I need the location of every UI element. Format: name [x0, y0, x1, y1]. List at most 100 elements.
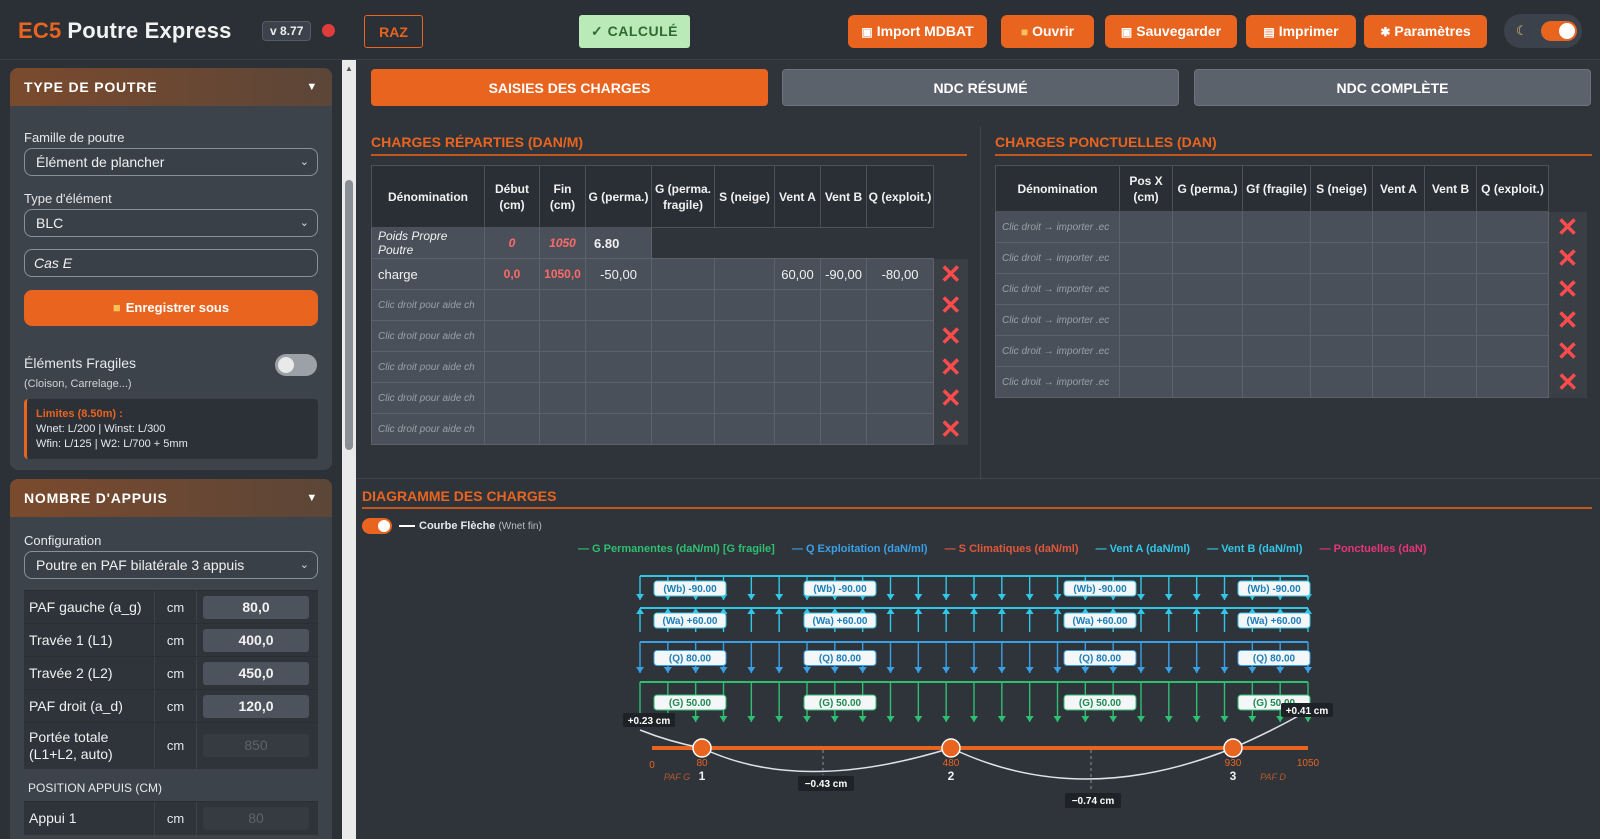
save-as-button[interactable]: ■ Enregistrer sous	[24, 290, 318, 326]
l1-input[interactable]: 400,0	[203, 629, 309, 652]
theme-toggle[interactable]: ☾	[1504, 14, 1582, 48]
delete-row-button[interactable]: ✕	[933, 351, 968, 383]
ponctuelles-table: Dénomination Pos X (cm) G (perma.) Gf (f…	[995, 165, 1587, 398]
scroll-up-icon[interactable]: ▲	[345, 64, 353, 73]
portee-label: Portée totale (L1+L2, auto)	[24, 723, 154, 769]
close-icon: ✕	[1556, 336, 1579, 366]
cas-input[interactable]: Cas E	[24, 249, 318, 277]
delete-row-button[interactable]: ✕	[1548, 366, 1587, 398]
delete-row-button[interactable]: ✕	[933, 258, 968, 290]
limits-line-1: Wnet: L/200 | Winst: L/300	[36, 423, 166, 435]
arrow-head-wb	[942, 594, 951, 600]
support-label-1: 1	[699, 769, 706, 783]
col-header: S (neige)	[714, 165, 775, 228]
col-header: Vent A	[774, 165, 821, 228]
legend-g: — G Permanentes (daN/ml) [G fragile]	[578, 543, 775, 555]
tab-saisies[interactable]: SAISIES DES CHARGES	[371, 69, 768, 106]
courbe-fleche-toggle[interactable]	[362, 518, 392, 534]
diagram-title: DIAGRAMME DES CHARGES	[362, 488, 557, 504]
close-icon: ✕	[939, 290, 962, 320]
row-placeholder[interactable]: Clic droit pour aide ch	[371, 382, 485, 414]
appuis-header[interactable]: NOMBRE D'APPUIS ▼	[10, 479, 332, 517]
type-poutre-panel: TYPE DE POUTRE ▼ Famille de poutre Élémen…	[10, 68, 332, 470]
table-row: Clic droit pour aide ch ✕	[371, 413, 968, 445]
save-button[interactable]: ▣ Sauvegarder	[1105, 15, 1237, 48]
delete-row-button[interactable]: ✕	[933, 320, 968, 352]
table-row: Poids Propre Poutre 0 1050 6.80	[371, 227, 968, 259]
charge-vent-a[interactable]: 60,00	[774, 258, 821, 290]
charge-name[interactable]: charge	[371, 258, 485, 290]
arrow-head-g	[886, 716, 895, 722]
dim-unit: cm	[154, 690, 196, 723]
tab-ndc-resume[interactable]: NDC RÉSUMÉ	[782, 69, 1179, 106]
delete-row-button[interactable]: ✕	[1548, 273, 1587, 305]
arrow-head-g	[1220, 716, 1229, 722]
open-button[interactable]: ■ Ouvrir	[1001, 15, 1094, 48]
toggle-knob	[378, 520, 390, 532]
close-icon: ✕	[1556, 274, 1579, 304]
arrow-head-g	[942, 716, 951, 722]
dim-unit: cm	[154, 591, 196, 624]
close-icon: ✕	[1556, 212, 1579, 242]
arrow-head-wb	[970, 594, 978, 600]
settings-button[interactable]: ✱ Paramètres	[1364, 15, 1487, 48]
sidebar: TYPE DE POUTRE ▼ Famille de poutre Élémen…	[0, 60, 350, 839]
tick-80: 80	[696, 758, 708, 769]
raz-button[interactable]: RAZ	[364, 15, 423, 48]
row-placeholder[interactable]: Clic droit → importer .ec	[995, 335, 1120, 367]
fragiles-sub: (Cloison, Carrelage...)	[24, 378, 132, 390]
delete-row-button[interactable]: ✕	[933, 289, 968, 321]
print-button[interactable]: ▤ Imprimer	[1246, 15, 1356, 48]
famille-select[interactable]: Élément de plancher ⌄	[24, 148, 318, 176]
delete-row-button[interactable]: ✕	[1548, 335, 1587, 367]
printer-icon: ▤	[1263, 25, 1275, 39]
paf-d-input[interactable]: 120,0	[203, 695, 309, 718]
arrow-head-q	[830, 667, 839, 673]
arrow-head-g	[970, 716, 978, 722]
tab-ndc-complete[interactable]: NDC COMPLÈTE	[1194, 69, 1591, 106]
sidebar-scrollbar[interactable]: ▲	[342, 60, 356, 839]
delete-row-button[interactable]: ✕	[1548, 304, 1587, 336]
type-element-label: Type d'élément	[24, 191, 112, 206]
row-placeholder[interactable]: Clic droit pour aide ch	[371, 351, 485, 383]
paf-g-input[interactable]: 80,0	[203, 596, 309, 619]
row-placeholder[interactable]: Clic droit → importer .ec	[995, 366, 1120, 398]
row-placeholder[interactable]: Clic droit → importer .ec	[995, 304, 1120, 336]
cell[interactable]	[714, 258, 775, 290]
charge-debut[interactable]: 0,0	[484, 258, 540, 290]
collapse-icon[interactable]: ▼	[306, 68, 318, 106]
charge-vent-b[interactable]: -90,00	[820, 258, 867, 290]
row-placeholder[interactable]: Clic droit → importer .ec	[995, 211, 1120, 243]
band-label-wa: (Wa) +60.00	[1073, 616, 1128, 627]
config-select[interactable]: Poutre en PAF bilatérale 3 appuis ⌄	[24, 551, 318, 579]
import-mdbat-button[interactable]: ▣ Import MDBAT	[848, 15, 987, 48]
delete-row-button[interactable]: ✕	[933, 382, 968, 414]
row-placeholder[interactable]: Clic droit → importer .ec	[995, 273, 1120, 305]
row-placeholder[interactable]: Clic droit → importer .ec	[995, 242, 1120, 274]
fragiles-toggle[interactable]	[275, 354, 317, 376]
arrow-head-wb	[1164, 594, 1173, 600]
calculated-button[interactable]: ✓ CALCULÉ	[579, 15, 690, 48]
charge-q[interactable]: -80,00	[866, 258, 934, 290]
row-placeholder[interactable]: Clic droit pour aide ch	[371, 320, 485, 352]
type-poutre-header[interactable]: TYPE DE POUTRE ▼	[10, 68, 332, 106]
collapse-icon[interactable]: ▼	[306, 479, 318, 517]
row-placeholder[interactable]: Clic droit pour aide ch	[371, 289, 485, 321]
type-element-select[interactable]: BLC ⌄	[24, 209, 318, 237]
delete-row-button[interactable]: ✕	[1548, 211, 1587, 243]
folder-icon: ■	[112, 300, 121, 315]
arrow-head-q	[747, 667, 756, 673]
scroll-thumb[interactable]	[345, 180, 353, 450]
charge-g[interactable]: -50,00	[585, 258, 652, 290]
delete-row-button[interactable]: ✕	[933, 413, 968, 445]
l2-input[interactable]: 450,0	[203, 662, 309, 685]
legend-q: — Q Exploitation (daN/ml)	[791, 543, 928, 555]
delete-row-button[interactable]: ✕	[1548, 242, 1587, 274]
chevron-down-icon: ⌄	[299, 156, 309, 168]
cell[interactable]	[651, 258, 715, 290]
arrow-head-g	[1081, 716, 1090, 722]
row-placeholder[interactable]: Clic droit pour aide ch	[371, 413, 485, 445]
reparties-title: CHARGES RÉPARTIES (DAN/M)	[371, 134, 584, 150]
charge-fin[interactable]: 1050,0	[539, 258, 586, 290]
theme-switch[interactable]	[1541, 21, 1577, 41]
